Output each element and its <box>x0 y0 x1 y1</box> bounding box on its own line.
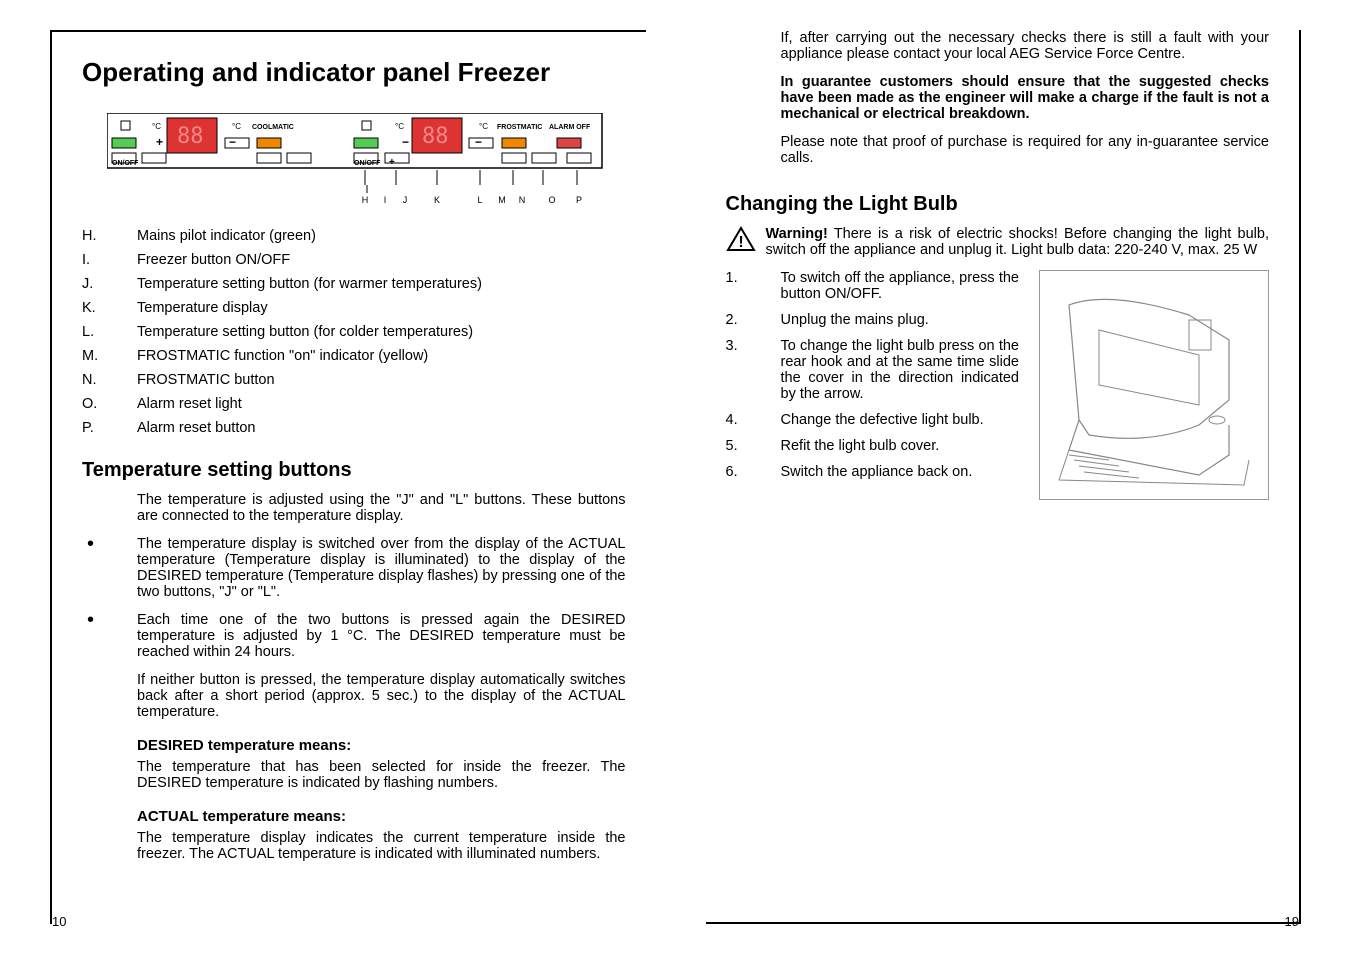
label-frostmatic: FROSTMATIC <box>497 124 542 131</box>
label-minus-2: − <box>402 135 409 149</box>
left-page: Operating and indicator panel Freezer °C… <box>50 30 646 924</box>
service-para-2: In guarantee customers should ensure tha… <box>781 74 1270 122</box>
svg-text:!: ! <box>738 234 743 251</box>
control-panel-diagram: °C 88 °C COOLMATIC + − ON/OFF °C 88 − − … <box>107 113 607 208</box>
svg-text:N: N <box>519 195 526 205</box>
svg-text:M: M <box>498 195 506 205</box>
label-onoff-1: ON/OFF <box>112 160 139 167</box>
page-heading: Operating and indicator panel Freezer <box>82 57 626 88</box>
bulb-steps: 1.To switch off the appliance, press the… <box>726 270 1020 500</box>
svg-text:88: 88 <box>177 124 204 149</box>
bulb-heading: Changing the Light Bulb <box>726 193 1270 216</box>
bullet-text: The temperature display is switched over… <box>137 536 626 600</box>
label-plus-2: + <box>389 157 395 168</box>
actual-heading: ACTUAL temperature means: <box>137 808 626 825</box>
service-para-1: If, after carrying out the necessary che… <box>781 30 1270 62</box>
page-number-left: 10 <box>52 914 66 929</box>
temp-after-bullets: If neither button is pressed, the temper… <box>137 672 626 720</box>
label-onoff-2: ON/OFF <box>354 160 381 167</box>
actual-text: The temperature display indicates the cu… <box>137 830 626 862</box>
page-number-right: 19 <box>1285 914 1299 929</box>
label-alarmoff: ALARM OFF <box>549 124 591 131</box>
warning-icon: ! <box>726 226 756 256</box>
svg-text:O: O <box>548 195 555 205</box>
label-degC-4: °C <box>479 122 488 131</box>
legend-letter: H. <box>82 228 137 244</box>
label-plus-1: + <box>156 135 163 149</box>
temp-section-heading: Temperature setting buttons <box>82 459 626 482</box>
svg-text:L: L <box>477 195 482 205</box>
desired-heading: DESIRED temperature means: <box>137 737 626 754</box>
label-coolmatic: COOLMATIC <box>252 124 294 131</box>
svg-text:I: I <box>384 195 387 205</box>
panel-legend: H.Mains pilot indicator (green) I.Freeze… <box>82 228 626 444</box>
svg-text:88: 88 <box>422 124 449 149</box>
temp-bullet-list: •The temperature display is switched ove… <box>82 536 626 672</box>
label-degC-2: °C <box>232 122 241 131</box>
label-degC-1: °C <box>152 122 161 131</box>
right-page: If, after carrying out the necessary che… <box>706 30 1302 924</box>
temp-intro: The temperature is adjusted using the "J… <box>137 492 626 524</box>
svg-text:−: − <box>475 135 482 149</box>
label-degC-3: °C <box>395 122 404 131</box>
svg-text:J: J <box>403 195 408 205</box>
svg-text:H: H <box>362 195 369 205</box>
svg-text:K: K <box>434 195 440 205</box>
label-minus-1: − <box>229 135 236 149</box>
bulb-cover-illustration <box>1039 270 1269 500</box>
svg-text:P: P <box>576 195 582 205</box>
desired-text: The temperature that has been selected f… <box>137 759 626 791</box>
service-para-3: Please note that proof of purchase is re… <box>781 134 1270 166</box>
warning-block: ! Warning! There is a risk of electric s… <box>726 226 1270 258</box>
legend-text: Mains pilot indicator (green) <box>137 228 626 244</box>
warning-text: Warning! There is a risk of electric sho… <box>766 226 1270 258</box>
bullet-mark: • <box>82 536 137 600</box>
